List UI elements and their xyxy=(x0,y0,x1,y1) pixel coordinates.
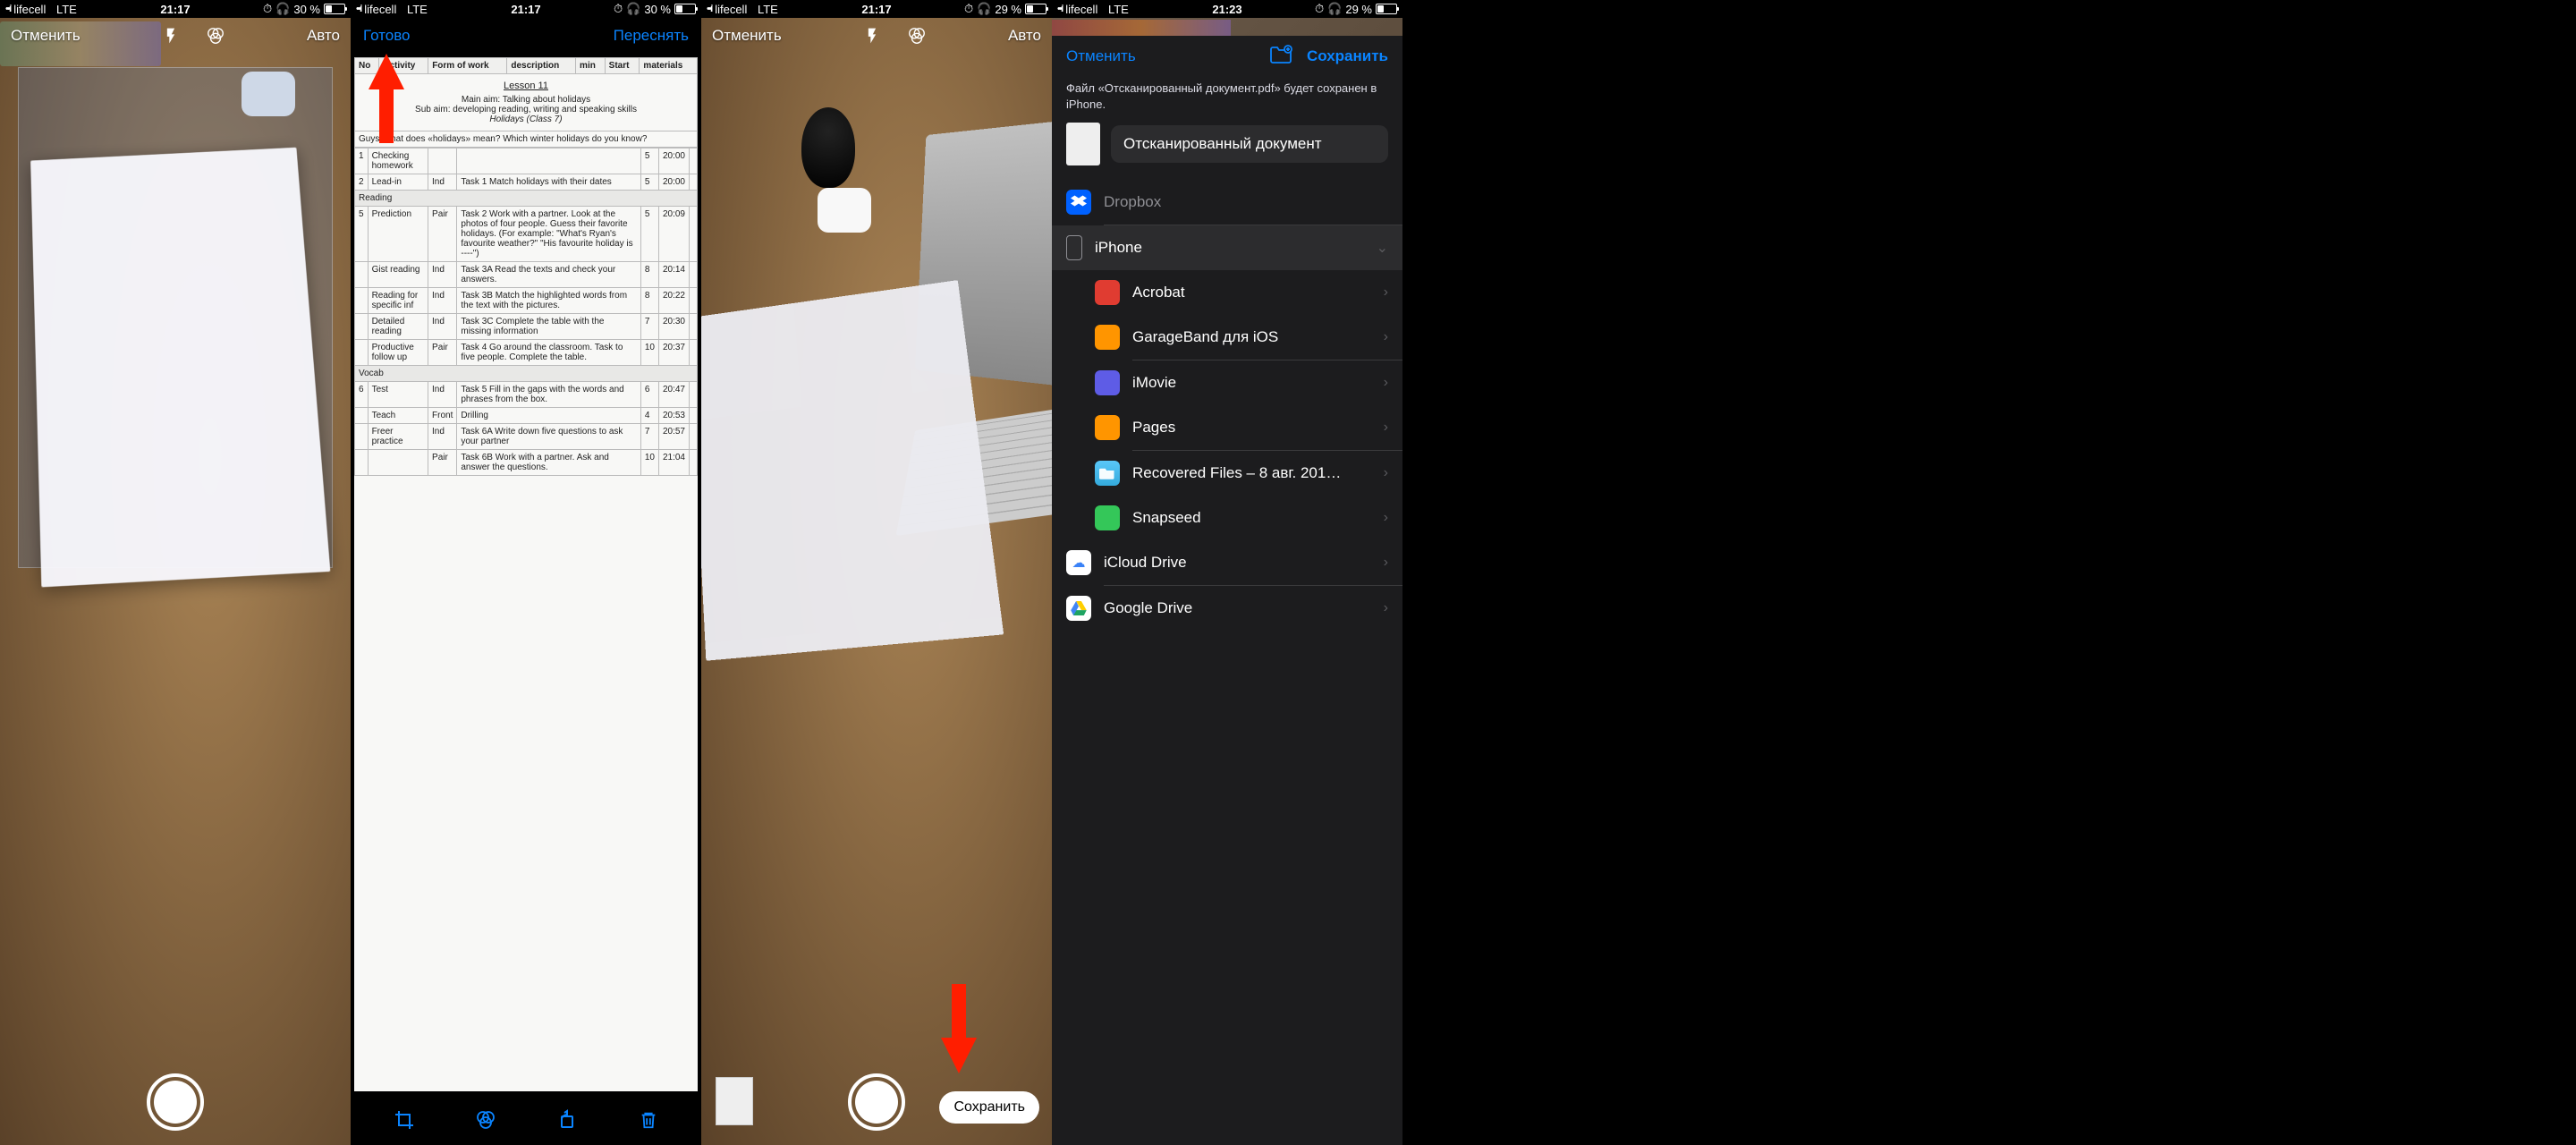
location-icloud[interactable]: ☁︎ iCloud Drive › xyxy=(1052,540,1402,585)
cancel-button[interactable]: Отменить xyxy=(1066,47,1136,65)
chevron-right-icon: › xyxy=(1384,555,1388,571)
chevron-right-icon: › xyxy=(1384,329,1388,345)
doc-title: Lesson 11 xyxy=(359,77,693,95)
paper-preview xyxy=(30,148,330,588)
filter-icon[interactable] xyxy=(474,1108,497,1132)
chevron-right-icon: › xyxy=(1384,284,1388,301)
gdrive-icon xyxy=(1066,596,1091,621)
crop-icon[interactable] xyxy=(393,1108,416,1132)
chevron-right-icon: › xyxy=(1384,510,1388,526)
status-bar: ••ıllifecell LTE 21:17 ⏱🎧30 % xyxy=(0,0,351,18)
flash-icon[interactable] xyxy=(161,26,181,46)
status-bar: ••ıllifecell LTE 21:17 ⏱🎧29 % xyxy=(701,0,1052,18)
chevron-right-icon: › xyxy=(1384,375,1388,391)
screen-edit: ••ıllifecell LTE 21:17 ⏱🎧30 % Готово Пер… xyxy=(351,0,701,1145)
signal-icon: ••ıl xyxy=(5,4,10,14)
icloud-icon: ☁︎ xyxy=(1066,550,1091,575)
screen-camera-scan: ••ıllifecell LTE 21:17 ⏱🎧30 % Отменить А… xyxy=(0,0,351,1145)
alarm-icon: ⏱ xyxy=(263,2,272,16)
filter-icon[interactable] xyxy=(206,26,225,46)
rotate-icon[interactable] xyxy=(555,1108,579,1132)
camera-toolbar: Отменить Авто xyxy=(701,18,1052,54)
folder-item[interactable]: Snapseed› xyxy=(1052,496,1402,540)
save-button[interactable]: Сохранить xyxy=(939,1091,1039,1124)
app-icon xyxy=(1095,370,1120,395)
annotation-arrow-down xyxy=(941,984,977,1073)
app-icon xyxy=(1095,415,1120,440)
battery-icon xyxy=(324,4,345,14)
status-bar: ••ıllifecell LTE 21:23 ⏱🎧29 % xyxy=(1052,0,1402,18)
chevron-right-icon: › xyxy=(1384,465,1388,481)
dropbox-icon xyxy=(1066,190,1091,215)
location-dropbox[interactable]: Dropbox xyxy=(1052,180,1402,225)
filter-icon[interactable] xyxy=(907,26,927,46)
folder-icon xyxy=(1095,461,1120,486)
auto-button[interactable]: Авто xyxy=(1008,27,1041,45)
edit-bottom-toolbar xyxy=(351,1095,701,1145)
folder-item[interactable]: GarageBand для iOS› xyxy=(1052,315,1402,360)
folder-item[interactable]: Pages› xyxy=(1052,405,1402,450)
iphone-icon xyxy=(1066,235,1082,260)
chevron-right-icon: › xyxy=(1384,420,1388,436)
annotation-arrow-up xyxy=(369,54,404,143)
headphones-icon: 🎧 xyxy=(275,2,290,16)
save-sheet: Отменить Сохранить Файл «Отсканированный… xyxy=(1052,36,1402,1145)
shutter-button[interactable] xyxy=(147,1073,204,1131)
camera-toolbar: Отменить Авто xyxy=(0,18,351,54)
shutter-button[interactable] xyxy=(848,1073,905,1131)
sheet-toolbar: Отменить Сохранить xyxy=(1052,36,1402,77)
done-button[interactable]: Готово xyxy=(363,27,411,45)
retake-button[interactable]: Переснять xyxy=(614,27,689,45)
scan-thumbnail[interactable] xyxy=(716,1077,753,1125)
new-folder-icon[interactable] xyxy=(1269,45,1292,69)
location-iphone[interactable]: iPhone ⌄ xyxy=(1052,225,1402,270)
screen-save: ••ıllifecell LTE 21:23 ⏱🎧29 % Отменить С… xyxy=(1052,0,1402,1145)
status-bar: ••ıllifecell LTE 21:17 ⏱🎧30 % xyxy=(351,0,701,18)
save-button[interactable]: Сохранить xyxy=(1307,47,1388,65)
folder-item[interactable]: iMovie› xyxy=(1052,360,1402,405)
cancel-button[interactable]: Отменить xyxy=(11,27,80,45)
doc-thumbnail xyxy=(1066,123,1100,165)
location-gdrive[interactable]: Google Drive › xyxy=(1052,586,1402,631)
folder-item[interactable]: Recovered Files – 8 авг. 201…› xyxy=(1052,451,1402,496)
cancel-button[interactable]: Отменить xyxy=(712,27,782,45)
location-list: Dropbox iPhone ⌄ Acrobat›GarageBand для … xyxy=(1052,180,1402,631)
chevron-down-icon: ⌄ xyxy=(1377,239,1388,257)
airpods xyxy=(818,188,871,233)
flash-icon[interactable] xyxy=(862,26,882,46)
edit-toolbar: Готово Переснять xyxy=(351,18,701,54)
folder-item[interactable]: Acrobat› xyxy=(1052,270,1402,315)
filename-row: Отсканированный документ xyxy=(1052,123,1402,180)
status-time: 21:17 xyxy=(160,3,190,16)
chevron-right-icon: › xyxy=(1384,600,1388,616)
save-message: Файл «Отсканированный документ.pdf» буде… xyxy=(1052,77,1402,123)
filename-field[interactable]: Отсканированный документ xyxy=(1111,125,1388,163)
mouse xyxy=(801,107,855,188)
trash-icon[interactable] xyxy=(637,1108,660,1132)
app-icon xyxy=(1095,325,1120,350)
app-icon xyxy=(1095,280,1120,305)
auto-button[interactable]: Авто xyxy=(307,27,340,45)
paper-preview xyxy=(701,280,1004,661)
scanned-document[interactable]: NoActivityForm of workdescriptionminStar… xyxy=(354,57,698,1091)
app-icon xyxy=(1095,505,1120,530)
screen-camera-captured: ••ıllifecell LTE 21:17 ⏱🎧29 % Отменить А… xyxy=(701,0,1052,1145)
